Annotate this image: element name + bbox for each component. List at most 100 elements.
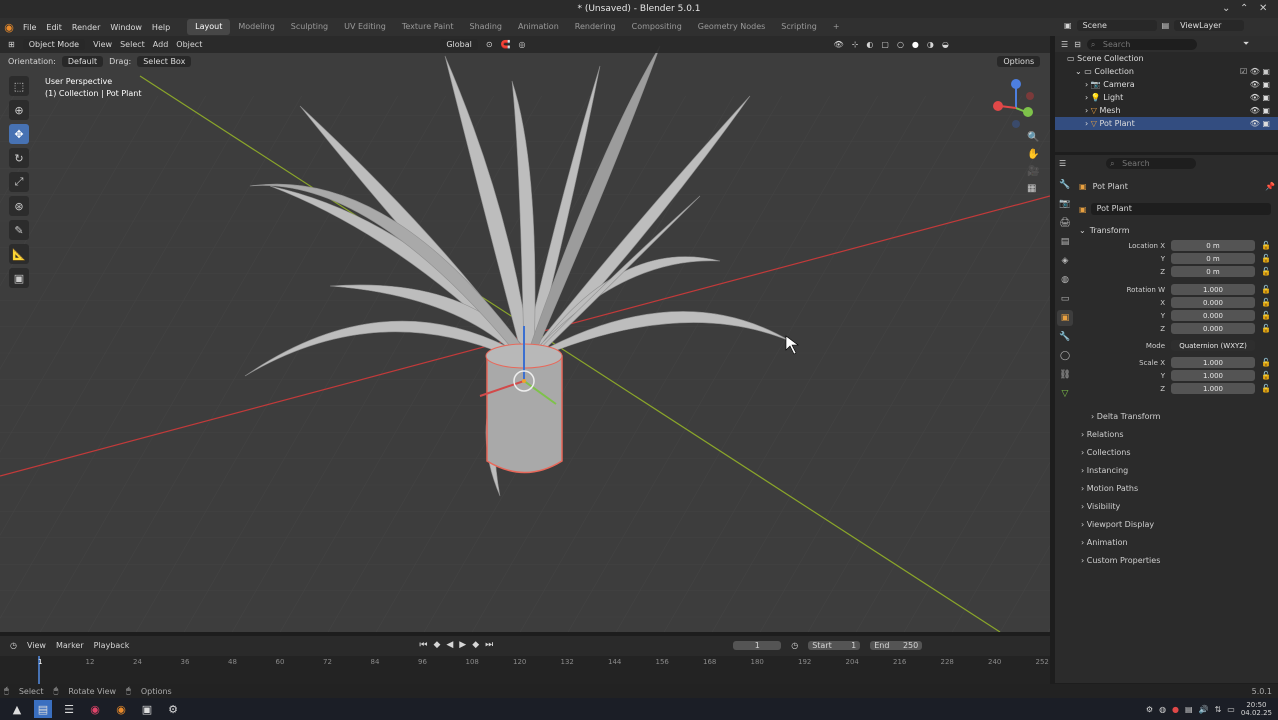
file-manager-icon[interactable]: ▤ [34,700,52,718]
collection-tab-icon[interactable]: ▭ [1057,291,1073,307]
tab-layout[interactable]: Layout [187,19,231,35]
jump-end-icon[interactable]: ⏭ [485,640,493,650]
play-icon[interactable]: ▶ [459,640,466,650]
clock-date[interactable]: 04.02.25 [1241,709,1272,717]
expand-icon[interactable]: › [1085,119,1088,128]
viewport-menu-select[interactable]: Select [120,40,145,49]
add-workspace-icon[interactable]: + [825,19,848,35]
relations-panel[interactable]: › Relations [1079,425,1275,443]
scale-x-field[interactable]: 1.000 [1171,357,1255,368]
rotation-mode-selector[interactable]: Quaternion (WXYZ) [1171,340,1255,351]
tab-shading[interactable]: Shading [461,19,510,35]
xray-icon[interactable]: ▢ [881,40,889,49]
viewport-menu-view[interactable]: View [93,40,112,49]
lock-icon[interactable]: 🔓 [1261,254,1271,263]
rotation-y-field[interactable]: 0.000 [1171,310,1255,321]
custom-properties-panel[interactable]: › Custom Properties [1079,551,1275,569]
outliner-search-input[interactable]: ⌕ Search [1086,38,1197,50]
lock-icon[interactable]: 🔓 [1261,298,1271,307]
tab-geometry-nodes[interactable]: Geometry Nodes [690,19,773,35]
options-button[interactable]: Options [997,56,1041,67]
viewlayer-selector[interactable]: ViewLayer [1174,20,1245,31]
tab-compositing[interactable]: Compositing [624,19,690,35]
outliner-type-icon[interactable]: ☰ [1061,40,1068,49]
collections-panel[interactable]: › Collections [1079,443,1275,461]
shading-rendered-icon[interactable]: ◒ [942,40,949,49]
rotation-z-field[interactable]: 0.000 [1171,323,1255,334]
app-launcher-icon[interactable]: ▲ [8,700,26,718]
orientation-selector[interactable]: Default [61,56,104,67]
lock-icon[interactable]: 🔓 [1261,241,1271,250]
tray-battery-icon[interactable]: ▭ [1227,705,1235,714]
lock-icon[interactable]: 🔓 [1261,358,1271,367]
tab-sculpting[interactable]: Sculpting [283,19,336,35]
tab-modeling[interactable]: Modeling [230,19,282,35]
tab-rendering[interactable]: Rendering [567,19,624,35]
pan-hand-icon[interactable]: ✋ [1027,149,1039,160]
terminal-icon[interactable]: ▣ [138,700,156,718]
transform-orientation-selector[interactable]: Global [440,39,478,50]
rotation-w-field[interactable]: 1.000 [1171,284,1255,295]
shading-material-icon[interactable]: ◑ [927,40,934,49]
collection-expand-icon[interactable]: ⌄ [1075,67,1082,76]
scene-tab-icon[interactable]: ◈ [1057,253,1073,269]
outliner-item-pot-plant[interactable]: › ▽ Pot Plant 👁 ▣ [1055,117,1278,130]
render-tab-icon[interactable]: 📷 [1057,196,1073,212]
scene-collection-label[interactable]: Scene Collection [1077,54,1144,63]
instancing-panel[interactable]: › Instancing [1079,461,1275,479]
prev-keyframe-icon[interactable]: ◆ [433,640,440,650]
delta-transform-panel[interactable]: › Delta Transform [1079,407,1275,425]
scene-selector[interactable]: Scene [1076,20,1157,31]
tab-uv-editing[interactable]: UV Editing [336,19,394,35]
shading-wireframe-icon[interactable]: ○ [897,40,904,49]
physics-tab-icon[interactable]: ◯ [1057,348,1073,364]
outliner-item-light[interactable]: › 💡 Light 👁 ▣ [1055,91,1278,104]
collection-label[interactable]: Collection [1094,67,1134,76]
scale-tool-icon[interactable]: ⤢ [9,172,29,192]
snap-icon[interactable]: 🧲 [501,40,511,49]
outliner-item-camera[interactable]: › 📷 Camera 👁 ▣ [1055,78,1278,91]
rotate-tool-icon[interactable]: ↻ [9,148,29,168]
tray-volume-icon[interactable]: 🔊 [1199,705,1209,714]
expand-icon[interactable]: › [1085,93,1088,102]
lock-icon[interactable]: 🔓 [1261,371,1271,380]
add-cube-tool-icon[interactable]: ▣ [9,268,29,288]
visibility-panel[interactable]: › Visibility [1079,497,1275,515]
viewlayer-icon[interactable]: ▤ [1162,21,1170,30]
proportional-edit-icon[interactable]: ◎ [519,40,526,49]
scale-y-field[interactable]: 1.000 [1171,370,1255,381]
current-frame-field[interactable]: 1 [733,640,782,650]
view-layer-tab-icon[interactable]: ▤ [1057,234,1073,250]
pin-icon[interactable]: 📌 [1265,182,1275,191]
select-tool-icon[interactable]: ⬚ [9,76,29,96]
taskview-icon[interactable]: ☰ [60,700,78,718]
scale-z-field[interactable]: 1.000 [1171,383,1255,394]
lock-icon[interactable]: 🔓 [1261,311,1271,320]
pivot-icon[interactable]: ⊙ [486,40,493,49]
tray-discord-icon[interactable]: ◍ [1159,705,1166,714]
tray-steam-icon[interactable]: ⚙ [1146,705,1153,714]
settings-icon[interactable]: ⚙ [164,700,182,718]
properties-search-input[interactable]: ⌕ Search [1106,157,1197,169]
timeline-type-icon[interactable]: ◷ [10,641,17,650]
data-tab-icon[interactable]: ▽ [1057,386,1073,402]
menu-file[interactable]: File [18,23,41,32]
jump-start-icon[interactable]: ⏮ [419,640,427,650]
eye-icon[interactable]: 👁 ▣ [1250,80,1270,89]
lock-icon[interactable]: 🔓 [1261,384,1271,393]
modifier-tab-icon[interactable]: 🔧 [1057,329,1073,345]
expand-icon[interactable]: › [1085,80,1088,89]
eye-icon[interactable]: 👁 ▣ [1250,119,1270,128]
next-keyframe-icon[interactable]: ◆ [472,640,479,650]
annotate-tool-icon[interactable]: ✎ [9,220,29,240]
clock-time[interactable]: 20:50 [1241,701,1272,709]
location-z-field[interactable]: 0 m [1171,266,1255,277]
lock-icon[interactable]: 🔓 [1261,267,1271,276]
timeline-ruler[interactable]: 1 12 24 36 48 60 72 84 96 108 120 132 144 156 168 180 19… [0,656,1050,684]
viewport-menu-object[interactable]: Object [176,40,202,49]
menu-help[interactable]: Help [147,23,175,32]
camera-view-icon[interactable]: 🎥 [1027,166,1039,177]
outliner-filter-mode-icon[interactable]: ⊟ [1074,40,1081,49]
location-y-field[interactable]: 0 m [1171,253,1255,264]
preview-range-icon[interactable]: ◷ [791,641,798,650]
